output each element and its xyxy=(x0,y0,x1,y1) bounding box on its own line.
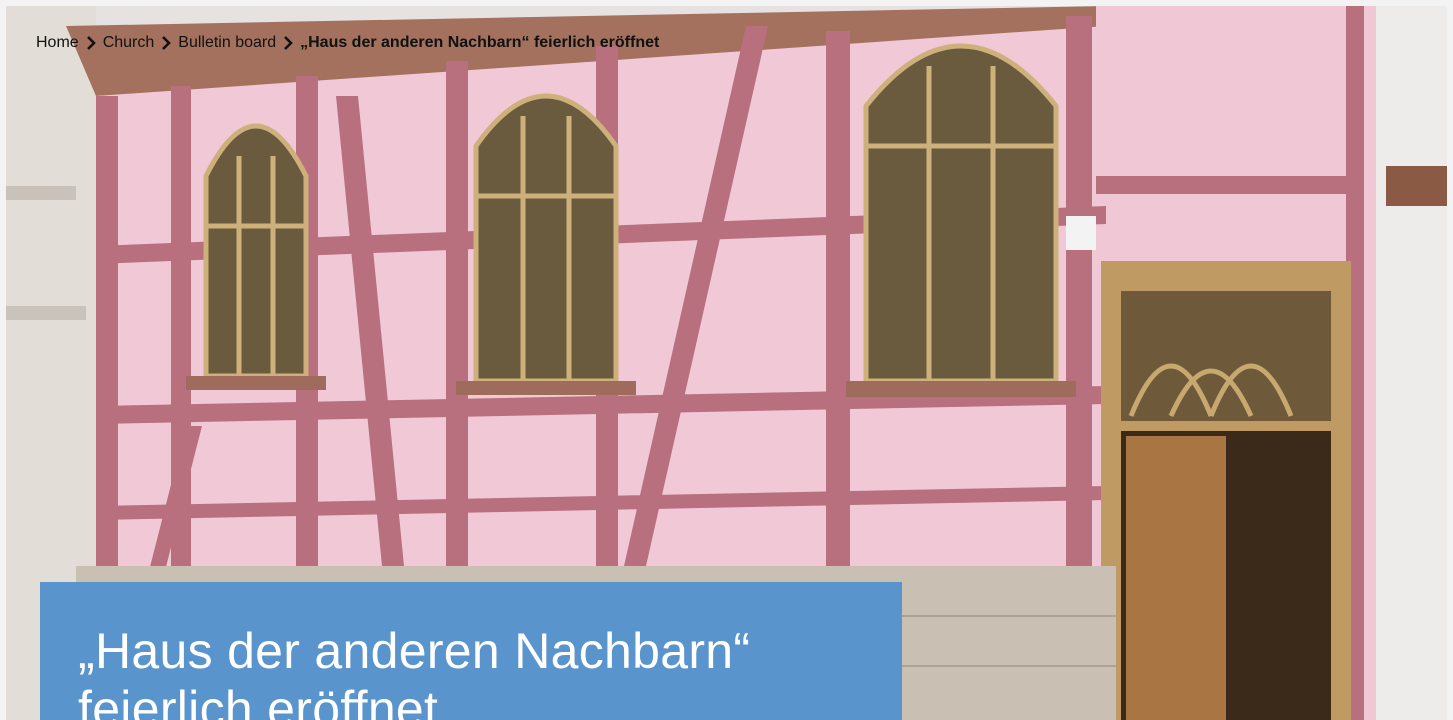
breadcrumb-church-link[interactable]: Church xyxy=(103,34,155,52)
chevron-right-icon xyxy=(284,36,293,50)
breadcrumb-home-link[interactable]: Home xyxy=(36,34,79,52)
breadcrumb-current: „Haus der anderen Nachbarn“ feierlich er… xyxy=(300,34,660,51)
breadcrumb-bulletin-board-link[interactable]: Bulletin board xyxy=(178,34,276,52)
breadcrumb: Home Church Bulletin board „Haus der and… xyxy=(36,34,659,52)
chevron-right-icon xyxy=(86,36,96,50)
title-banner: „Haus der anderen Nachbarn“ feierlich er… xyxy=(40,582,902,720)
chevron-right-icon xyxy=(162,36,172,50)
page-title: „Haus der anderen Nachbarn“ feierlich er… xyxy=(78,623,751,720)
